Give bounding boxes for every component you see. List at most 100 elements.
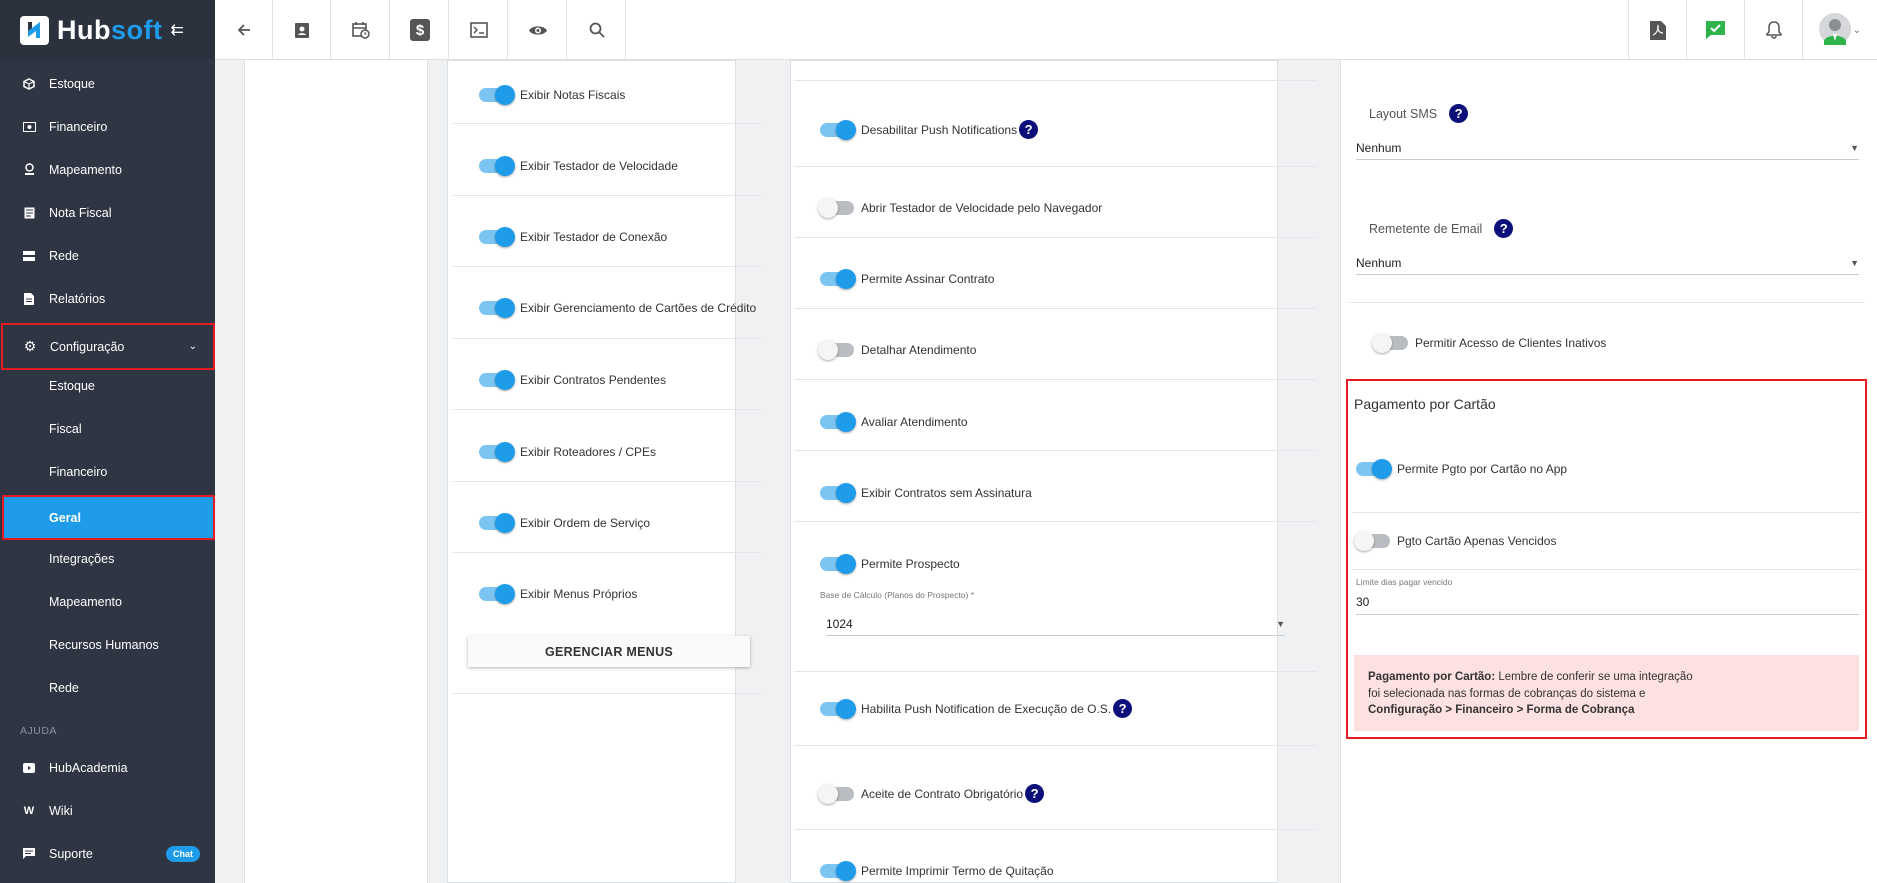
toggle-switch[interactable] bbox=[479, 370, 515, 390]
toggle-row-clientes-inativos[interactable]: Permitir Acesso de Clientes Inativos bbox=[1372, 333, 1606, 353]
base-calculo-select[interactable]: 1024 ▼ bbox=[826, 612, 1285, 636]
sidebar-item-estoque[interactable]: Estoque bbox=[0, 62, 215, 105]
toggle-row-avaliar-atendimento[interactable]: Avaliar Atendimento bbox=[820, 412, 968, 432]
toggle-switch[interactable] bbox=[479, 584, 515, 604]
user-avatar-icon[interactable]: ⌄ bbox=[1802, 0, 1877, 60]
eye-icon[interactable] bbox=[509, 0, 567, 60]
toggle-row-exibir-contratos-pendentes[interactable]: Exibir Contratos Pendentes bbox=[479, 370, 666, 390]
toggle-row-detalhar-atendimento[interactable]: Detalhar Atendimento bbox=[818, 340, 976, 360]
help-icon[interactable]: ? bbox=[1019, 120, 1039, 139]
toggle-row-exibir-gerenciamento-cartoes[interactable]: Exibir Gerenciamento de Cartões de Crédi… bbox=[479, 298, 756, 318]
toggle-switch[interactable] bbox=[818, 340, 854, 360]
toggle-switch[interactable] bbox=[818, 783, 854, 804]
toggle-row-exibir-testador-conexao[interactable]: Exibir Testador de Conexão bbox=[479, 227, 667, 247]
toggle-row-exibir-roteadores[interactable]: Exibir Roteadores / CPEs bbox=[479, 442, 656, 462]
sidebar-item-relatorios[interactable]: Relatórios bbox=[0, 277, 215, 320]
toggle-row-permite-assinar-contrato[interactable]: Permite Assinar Contrato bbox=[820, 269, 994, 289]
sidebar-subitem-mapeamento[interactable]: Mapeamento bbox=[0, 580, 215, 623]
bell-icon[interactable] bbox=[1744, 0, 1802, 60]
sidebar-subitem-integracoes[interactable]: Integrações bbox=[0, 537, 215, 580]
remetente-email-label: Remetente de Email ? bbox=[1369, 219, 1514, 238]
toggle-switch[interactable] bbox=[1372, 333, 1408, 353]
toggle-switch[interactable] bbox=[820, 119, 856, 140]
help-icon[interactable]: ? bbox=[1494, 219, 1514, 238]
contact-card-icon[interactable] bbox=[273, 0, 331, 60]
toggle-switch[interactable] bbox=[1354, 531, 1390, 551]
sidebar: Hubsoft ⇇ Estoque Financeiro Mapeamento … bbox=[0, 0, 215, 883]
chevron-down-icon: ⌄ bbox=[188, 341, 197, 352]
sidebar-subitem-label: Rede bbox=[49, 680, 79, 695]
limite-dias-input[interactable]: 30 bbox=[1356, 590, 1859, 615]
toggle-switch[interactable] bbox=[479, 513, 515, 533]
toggle-switch[interactable] bbox=[820, 483, 856, 503]
base-calculo-label: Base de Cálculo (Planos do Prospecto) * bbox=[820, 590, 975, 600]
chat-badge[interactable]: Chat bbox=[166, 845, 200, 862]
sidebar-item-suporte[interactable]: Suporte Chat bbox=[0, 832, 215, 875]
toggle-switch[interactable] bbox=[820, 269, 856, 289]
pdf-icon[interactable] bbox=[1628, 0, 1686, 60]
toggle-switch[interactable] bbox=[820, 412, 856, 432]
sidebar-item-rede[interactable]: Rede bbox=[0, 234, 215, 277]
sidebar-subitem-financeiro[interactable]: Financeiro bbox=[0, 450, 215, 493]
divider bbox=[795, 671, 1316, 672]
collapse-menu-icon[interactable]: ⇇ bbox=[170, 20, 183, 40]
calendar-clock-icon[interactable] bbox=[332, 0, 390, 60]
help-icon[interactable]: ? bbox=[1113, 699, 1133, 718]
sidebar-subitem-rede[interactable]: Rede bbox=[0, 666, 215, 709]
divider bbox=[1352, 569, 1861, 570]
toggle-row-permite-prospecto[interactable]: Permite Prospecto bbox=[820, 554, 960, 574]
toggle-row-exibir-testador-velocidade[interactable]: Exibir Testador de Velocidade bbox=[479, 156, 678, 176]
chat-check-icon[interactable] bbox=[1686, 0, 1744, 60]
sidebar-item-hubacademia[interactable]: HubAcademia bbox=[0, 746, 215, 789]
remetente-email-select[interactable]: Nenhum ▼ bbox=[1356, 251, 1859, 275]
help-icon[interactable]: ? bbox=[1025, 784, 1045, 803]
sidebar-item-wiki[interactable]: W Wiki bbox=[0, 789, 215, 832]
toggle-row-exibir-notas-fiscais[interactable]: Exibir Notas Fiscais bbox=[479, 85, 626, 105]
toggle-row-habilita-push-os[interactable]: Habilita Push Notification de Execução d… bbox=[820, 698, 1133, 719]
toggle-switch[interactable] bbox=[479, 85, 515, 105]
toggle-switch[interactable] bbox=[479, 227, 515, 247]
toggle-label: Permite Prospecto bbox=[861, 557, 960, 571]
sidebar-subitem-recursos-humanos[interactable]: Recursos Humanos bbox=[0, 623, 215, 666]
youtube-icon bbox=[22, 761, 36, 775]
sidebar-item-financeiro[interactable]: Financeiro bbox=[0, 105, 215, 148]
toggle-switch[interactable] bbox=[479, 156, 515, 176]
toggle-switch[interactable] bbox=[1356, 459, 1392, 479]
toggle-row-contratos-sem-assinatura[interactable]: Exibir Contratos sem Assinatura bbox=[820, 483, 1032, 503]
back-arrow-icon[interactable] bbox=[215, 0, 273, 60]
layout-sms-select[interactable]: Nenhum ▼ bbox=[1356, 136, 1859, 160]
sidebar-subitem-geral[interactable]: Geral bbox=[2, 495, 215, 540]
toggle-switch[interactable] bbox=[818, 198, 854, 218]
toggle-row-exibir-ordem-servico[interactable]: Exibir Ordem de Serviço bbox=[479, 513, 650, 533]
sidebar-subitem-estoque[interactable]: Estoque bbox=[0, 364, 215, 407]
help-icon[interactable]: ? bbox=[1449, 104, 1469, 123]
toggle-row-pgto-cartao-app[interactable]: Permite Pgto por Cartão no App bbox=[1356, 459, 1567, 479]
search-icon[interactable] bbox=[568, 0, 626, 60]
input-value: 30 bbox=[1356, 595, 1370, 609]
divider bbox=[453, 338, 762, 339]
toggle-row-desabilitar-push[interactable]: Desabilitar Push Notifications ? bbox=[820, 119, 1039, 140]
toggle-switch[interactable] bbox=[820, 698, 856, 719]
toggle-row-abrir-testador-navegador[interactable]: Abrir Testador de Velocidade pelo Navega… bbox=[818, 198, 1102, 218]
terminal-icon[interactable] bbox=[450, 0, 508, 60]
toggle-row-exibir-menus-proprios[interactable]: Exibir Menus Próprios bbox=[479, 584, 637, 604]
toggle-row-aceite-contrato[interactable]: Aceite de Contrato Obrigatório ? bbox=[818, 783, 1045, 804]
sidebar-item-label: Nota Fiscal bbox=[49, 205, 112, 220]
dollar-icon[interactable]: $ bbox=[391, 0, 449, 60]
toggle-switch[interactable] bbox=[820, 861, 856, 881]
sidebar-item-nota-fiscal[interactable]: Nota Fiscal bbox=[0, 191, 215, 234]
sidebar-subitem-fiscal[interactable]: Fiscal bbox=[0, 407, 215, 450]
toggle-switch[interactable] bbox=[479, 298, 515, 318]
topbar: $ ⌄ bbox=[215, 0, 1877, 60]
gerenciar-menus-button[interactable]: GERENCIAR MENUS bbox=[468, 636, 750, 667]
toggle-label: Habilita Push Notification de Execução d… bbox=[861, 701, 1112, 716]
sidebar-item-configuracao[interactable]: ⚙ Configuração ⌄ bbox=[1, 323, 215, 370]
sidebar-item-mapeamento[interactable]: Mapeamento bbox=[0, 148, 215, 191]
toggle-row-permite-imprimir-termo[interactable]: Permite Imprimir Termo de Quitação bbox=[820, 861, 1054, 881]
divider bbox=[795, 308, 1316, 309]
toggle-label: Exibir Contratos sem Assinatura bbox=[861, 486, 1032, 500]
toggle-switch[interactable] bbox=[479, 442, 515, 462]
toggle-row-pgto-apenas-vencidos[interactable]: Pgto Cartão Apenas Vencidos bbox=[1354, 531, 1556, 551]
toggle-label: Exibir Notas Fiscais bbox=[520, 88, 626, 102]
toggle-switch[interactable] bbox=[820, 554, 856, 574]
